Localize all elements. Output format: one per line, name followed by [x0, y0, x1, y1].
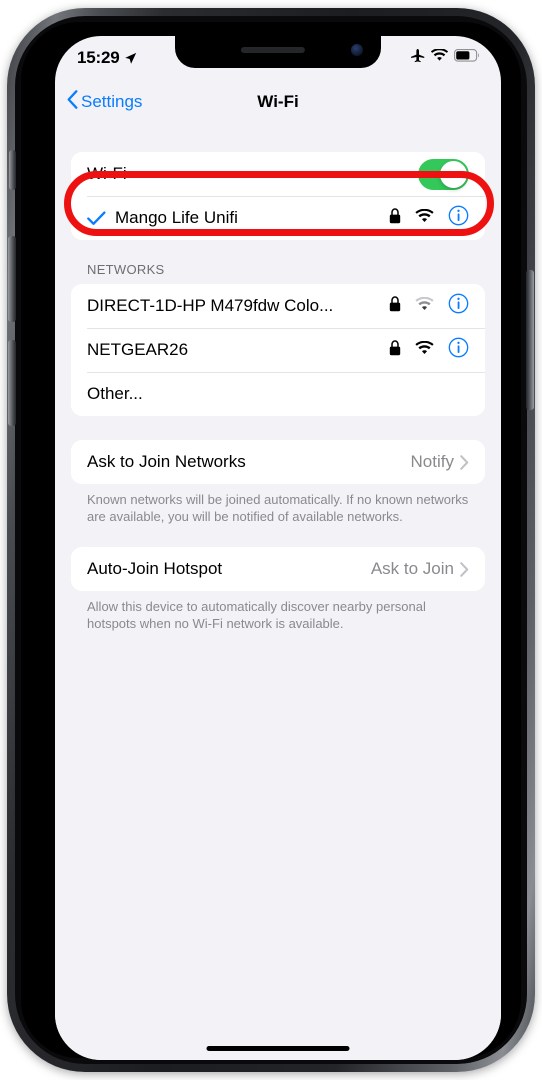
page-title: Wi-Fi: [257, 92, 299, 111]
wifi-toggle-switch[interactable]: [418, 158, 469, 190]
wifi-signal-icon: [415, 208, 434, 228]
wifi-toggle-row[interactable]: Wi-Fi: [71, 152, 485, 196]
settings-content: Wi-Fi Mango Life Unifi NETWORKS DIRECT-1…: [55, 124, 501, 1060]
battery-icon: [454, 49, 481, 67]
auto-join-hotspot-footer: Allow this device to automatically disco…: [87, 599, 426, 631]
auto-join-hotspot-group: Auto-Join Hotspot Ask to Join: [71, 547, 485, 591]
networks-group: DIRECT-1D-HP M479fdw Colo... NETGEAR26 O…: [71, 284, 485, 416]
network-row-icons: [389, 205, 469, 231]
lock-icon: [389, 339, 401, 361]
lock-icon: [389, 295, 401, 317]
network-row-icons: [389, 337, 469, 363]
volume-up-button[interactable]: [8, 236, 16, 322]
ask-to-join-networks-row[interactable]: Ask to Join Networks Notify: [71, 440, 485, 484]
power-button[interactable]: [526, 270, 534, 410]
wifi-toggle-label: Wi-Fi: [87, 164, 127, 183]
ask-to-join-footer: Known networks will be joined automatica…: [87, 492, 469, 524]
wifi-signal-icon: [415, 340, 434, 360]
lock-icon: [389, 207, 401, 229]
network-name: Other...: [87, 384, 143, 403]
checkmark-icon: [87, 210, 107, 226]
toggle-knob: [440, 160, 467, 188]
connected-network-row[interactable]: Mango Life Unifi: [71, 196, 485, 240]
network-row-direct-hp[interactable]: DIRECT-1D-HP M479fdw Colo...: [71, 284, 485, 328]
device-notch: [175, 36, 381, 68]
home-indicator[interactable]: [206, 1046, 350, 1051]
location-arrow-icon: [124, 52, 137, 65]
status-bar-left: 15:29: [77, 48, 137, 68]
wifi-signal-icon: [415, 296, 434, 316]
network-row-other[interactable]: Other...: [71, 372, 485, 416]
silent-switch-button[interactable]: [9, 150, 16, 190]
info-icon[interactable]: [448, 205, 469, 231]
wifi-icon: [430, 48, 449, 67]
connected-network-name: Mango Life Unifi: [115, 208, 238, 227]
auto-join-hotspot-row[interactable]: Auto-Join Hotspot Ask to Join: [71, 547, 485, 591]
network-name: DIRECT-1D-HP M479fdw Colo...: [87, 296, 334, 315]
auto-join-hotspot-value: Ask to Join: [370, 559, 454, 578]
front-camera-icon: [351, 44, 363, 56]
iphone-device-frame: 15:29 Settings Wi-Fi Wi-Fi Mango Life Un…: [7, 8, 535, 1072]
airplane-mode-icon: [410, 48, 425, 68]
network-row-netgear26[interactable]: NETGEAR26: [71, 328, 485, 372]
network-name: NETGEAR26: [87, 340, 189, 359]
info-icon[interactable]: [448, 337, 469, 363]
status-bar-right: [410, 48, 481, 68]
status-time: 15:29: [77, 48, 120, 67]
ask-to-join-value: Notify: [410, 452, 454, 471]
wifi-group: Wi-Fi Mango Life Unifi: [71, 152, 485, 240]
network-row-icons: [389, 293, 469, 319]
auto-join-hotspot-label: Auto-Join Hotspot: [87, 559, 223, 578]
chevron-right-icon: [460, 561, 469, 577]
chevron-right-icon: [460, 454, 469, 470]
phone-screen: 15:29 Settings Wi-Fi Wi-Fi Mango Life Un…: [55, 36, 501, 1060]
ask-to-join-label: Ask to Join Networks: [87, 452, 246, 471]
ask-to-join-group: Ask to Join Networks Notify: [71, 440, 485, 484]
info-icon[interactable]: [448, 293, 469, 319]
networks-section-header: NETWORKS: [87, 262, 165, 277]
volume-down-button[interactable]: [8, 340, 16, 426]
navigation-bar: Settings Wi-Fi: [55, 80, 501, 124]
speaker-grille: [240, 47, 305, 53]
